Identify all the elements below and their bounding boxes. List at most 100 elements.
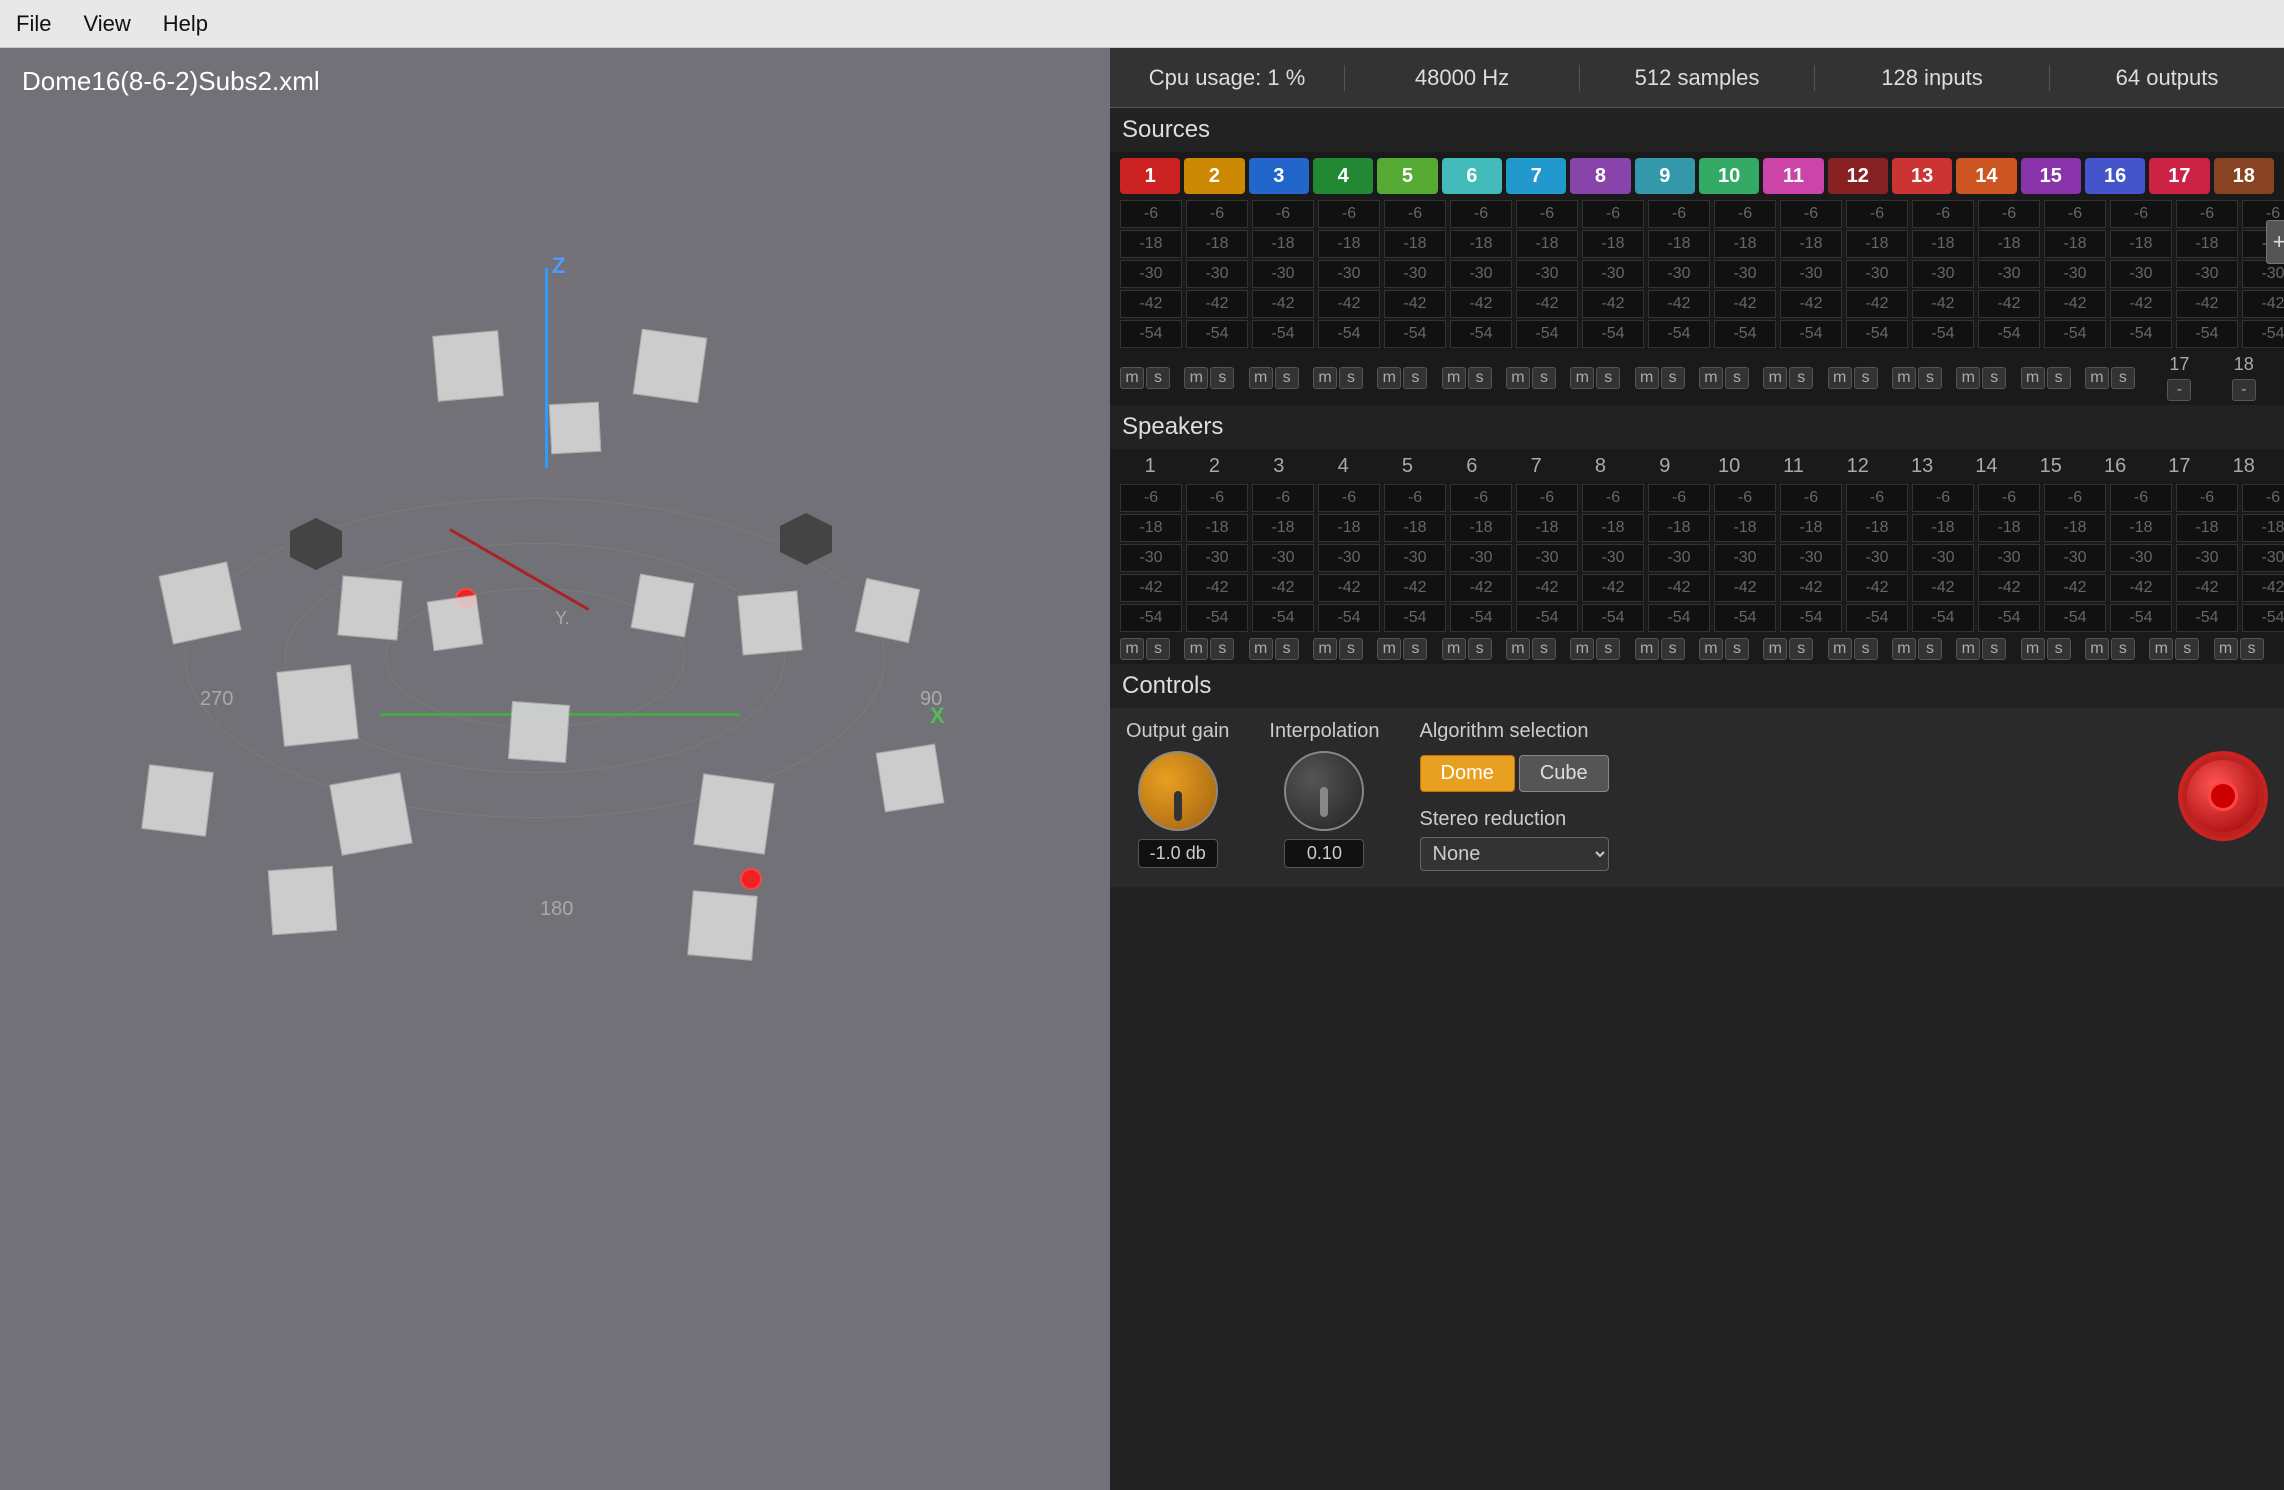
- samples: 512 samples: [1580, 65, 1815, 91]
- src-badge-7[interactable]: 7: [1506, 158, 1566, 194]
- interpolation-knob[interactable]: [1284, 751, 1364, 831]
- src-ms-17: 17: [2169, 354, 2189, 375]
- dome-button[interactable]: Dome: [1420, 755, 1515, 792]
- spk-num-7[interactable]: 7: [1506, 455, 1566, 478]
- interpolation-group: Interpolation 0.10: [1269, 720, 1379, 868]
- angle-180: 180: [540, 898, 573, 921]
- src-badge-11[interactable]: 11: [1763, 158, 1823, 194]
- spk-num-5[interactable]: 5: [1377, 455, 1437, 478]
- src-badge-10[interactable]: 10: [1699, 158, 1759, 194]
- src-badge-15[interactable]: 15: [2021, 158, 2081, 194]
- src-meter-row-42: -42 -42 -42 -42 -42 -42 -42 -42 -42 -42 …: [1110, 290, 2284, 320]
- spk-num-8[interactable]: 8: [1570, 455, 1630, 478]
- cpu-usage: Cpu usage: 1 %: [1110, 65, 1345, 91]
- src-badge-5[interactable]: 5: [1377, 158, 1437, 194]
- spk-meter-row-18: -18 -18 -18 -18 -18 -18 -18 -18 -18 -18 …: [1110, 514, 2284, 544]
- cube-4[interactable]: [158, 561, 241, 644]
- spk-num-4[interactable]: 4: [1313, 455, 1373, 478]
- src-badge-8[interactable]: 8: [1570, 158, 1630, 194]
- record-button[interactable]: [2178, 751, 2268, 841]
- spk-num-2[interactable]: 2: [1184, 455, 1244, 478]
- spk-num-6[interactable]: 6: [1442, 455, 1502, 478]
- stereo-select[interactable]: None Low Medium High: [1420, 837, 1609, 871]
- src-badge-14[interactable]: 14: [1956, 158, 2016, 194]
- menu-file[interactable]: File: [16, 11, 51, 37]
- output-gain-group: Output gain -1.0 db: [1126, 720, 1229, 868]
- interpolation-label: Interpolation: [1269, 720, 1379, 743]
- spk-num-9[interactable]: 9: [1635, 455, 1695, 478]
- spk-meter-row-54: -54 -54 -54 -54 -54 -54 -54 -54 -54 -54 …: [1110, 604, 2284, 634]
- src-badge-4[interactable]: 4: [1313, 158, 1373, 194]
- cube-3[interactable]: [549, 402, 602, 455]
- algorithm-label: Algorithm selection: [1420, 720, 1609, 743]
- cube-14[interactable]: [693, 773, 774, 854]
- menu-bar: File View Help: [0, 0, 2284, 48]
- z-axis-label: Z: [552, 253, 565, 279]
- cube-8[interactable]: [737, 590, 802, 655]
- spk-num-1[interactable]: 1: [1120, 455, 1180, 478]
- spk-num-11[interactable]: 11: [1763, 455, 1823, 478]
- menu-view[interactable]: View: [83, 11, 130, 37]
- angle-90: 90: [920, 688, 942, 711]
- cube-13[interactable]: [268, 866, 337, 935]
- cube-15[interactable]: [876, 744, 945, 813]
- src-meter-row-18: -18 -18 -18 -18 -18 -18 -18 -18 -18 -18 …: [1110, 230, 2284, 260]
- cube-11[interactable]: [508, 701, 570, 763]
- plus-minus-button[interactable]: +/-: [2266, 220, 2284, 264]
- spk-meter-row-30: -30 -30 -30 -30 -30 -30 -30 -30 -30 -30 …: [1110, 544, 2284, 574]
- spk-num-14[interactable]: 14: [1956, 455, 2016, 478]
- cube-6[interactable]: [427, 595, 483, 651]
- src-meter-row-30: -30 -30 -30 -30 -30 -30 -30 -30 -30 -30 …: [1110, 260, 2284, 290]
- cube-16[interactable]: [687, 890, 757, 960]
- cube-12[interactable]: [141, 764, 213, 836]
- src-badge-18[interactable]: 18: [2214, 158, 2274, 194]
- cube-5[interactable]: [337, 575, 402, 640]
- spk-ms-row: ms ms ms ms ms ms ms ms ms ms ms ms ms m…: [1110, 634, 2284, 664]
- output-gain-value: -1.0 db: [1138, 839, 1218, 868]
- stereo-group: Stereo reduction None Low Medium High: [1420, 808, 1609, 871]
- cube-10[interactable]: [276, 664, 358, 746]
- cube-center[interactable]: [329, 772, 412, 855]
- src-badge-1[interactable]: 1: [1120, 158, 1180, 194]
- angle-270: 270: [200, 688, 233, 711]
- outputs: 64 outputs: [2050, 65, 2284, 91]
- spk-num-3[interactable]: 3: [1249, 455, 1309, 478]
- spk-meter-row-42: -42 -42 -42 -42 -42 -42 -42 -42 -42 -42 …: [1110, 574, 2284, 604]
- stereo-label: Stereo reduction: [1420, 808, 1609, 831]
- cube-1[interactable]: [432, 330, 504, 402]
- spk-num-13[interactable]: 13: [1892, 455, 1952, 478]
- source-dot-2[interactable]: [740, 868, 762, 890]
- controls-section: Controls Output gain -1.0 db Interpolati…: [1110, 664, 2284, 887]
- sample-rate: 48000 Hz: [1345, 65, 1580, 91]
- spk-num-10[interactable]: 10: [1699, 455, 1759, 478]
- src-badge-17[interactable]: 17: [2149, 158, 2209, 194]
- src-badge-16[interactable]: 16: [2085, 158, 2145, 194]
- src-badge-12[interactable]: 12: [1828, 158, 1888, 194]
- spk-num-12[interactable]: 12: [1828, 455, 1888, 478]
- output-gain-knob[interactable]: [1138, 751, 1218, 831]
- cube-2[interactable]: [633, 329, 708, 404]
- spk-num-16[interactable]: 16: [2085, 455, 2145, 478]
- speakers-section: Speakers 1 2 3 4 5 6 7 8 9 10 11 12 13 1…: [1110, 405, 2284, 664]
- cube-button[interactable]: Cube: [1519, 755, 1609, 792]
- menu-help[interactable]: Help: [163, 11, 208, 37]
- cube-9[interactable]: [855, 578, 920, 643]
- right-panel-scroll[interactable]: Sources 1 2 3 4 5 6 7 8 9 10 11 12 13 14: [1110, 108, 2284, 1490]
- canvas-area[interactable]: Z X Y. 270 180 90: [0, 48, 1110, 1490]
- cube-7[interactable]: [631, 574, 695, 638]
- 3d-view-panel: Dome16(8-6-2)Subs2.xml Z X Y. 270 180 90: [0, 48, 1110, 1490]
- algorithm-buttons: Dome Cube: [1420, 755, 1609, 792]
- src-meter-row-6: -6 -6 -6 -6 -6 -6 -6 -6 -6 -6 -6 -6 -6 -…: [1110, 200, 2284, 230]
- z-axis: [545, 268, 548, 468]
- spk-num-17[interactable]: 17: [2149, 455, 2209, 478]
- src-meter-row-54: -54 -54 -54 -54 -54 -54 -54 -54 -54 -54 …: [1110, 320, 2284, 350]
- src-badge-3[interactable]: 3: [1249, 158, 1309, 194]
- src-badge-2[interactable]: 2: [1184, 158, 1244, 194]
- src-badge-6[interactable]: 6: [1442, 158, 1502, 194]
- src-badge-9[interactable]: 9: [1635, 158, 1695, 194]
- inputs: 128 inputs: [1815, 65, 2050, 91]
- sources-section: Sources 1 2 3 4 5 6 7 8 9 10 11 12 13 14: [1110, 108, 2284, 405]
- src-badge-13[interactable]: 13: [1892, 158, 1952, 194]
- spk-num-18[interactable]: 18: [2214, 455, 2274, 478]
- spk-num-15[interactable]: 15: [2021, 455, 2081, 478]
